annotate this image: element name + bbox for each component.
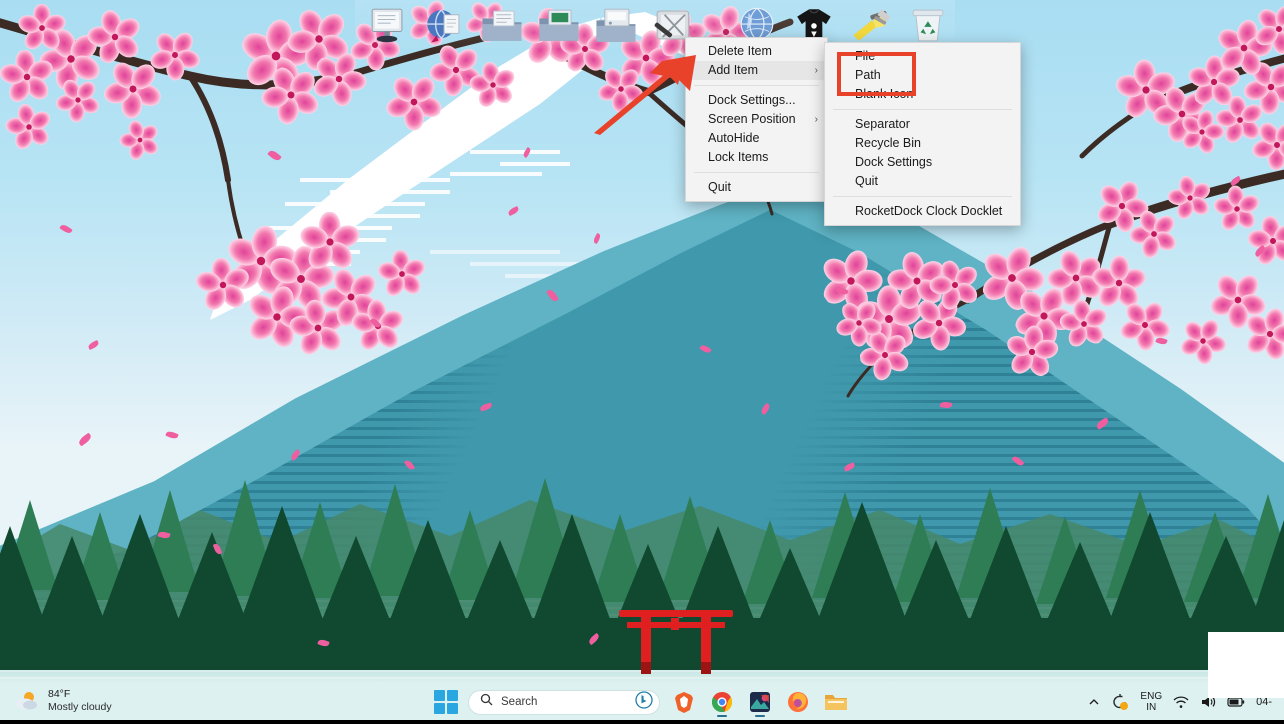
chevron-right-icon: › bbox=[815, 110, 818, 129]
submenu-item-label: Blank Icon bbox=[855, 85, 913, 104]
submenu-item-recycle-bin[interactable]: Recycle Bin bbox=[825, 134, 1020, 153]
taskbar-app-file-explorer[interactable] bbox=[822, 688, 850, 716]
submenu-item-label: Separator bbox=[855, 115, 910, 134]
search-placeholder: Search bbox=[501, 696, 627, 708]
menu-item-dock-settings[interactable]: Dock Settings... bbox=[686, 91, 827, 110]
language-line-1: ENG bbox=[1140, 691, 1162, 702]
start-tile bbox=[434, 703, 445, 714]
screen-bottom-border bbox=[0, 720, 1284, 724]
bing-chat-icon[interactable] bbox=[635, 691, 653, 714]
taskbar-weather-widget[interactable]: 84°F Mostly cloudy bbox=[14, 688, 112, 713]
torii-gate bbox=[617, 602, 735, 674]
sun-cloud-icon bbox=[14, 689, 40, 713]
submenu-item-path[interactable]: Path bbox=[825, 66, 1020, 85]
chevron-up-icon[interactable] bbox=[1088, 696, 1100, 708]
weather-condition: Mostly cloudy bbox=[48, 701, 112, 714]
dock-item-folder-green[interactable] bbox=[532, 2, 586, 48]
language-line-2: IN bbox=[1140, 702, 1162, 713]
menu-item-delete-item[interactable]: Delete Item bbox=[686, 42, 827, 61]
language-indicator[interactable]: ENG IN bbox=[1140, 691, 1162, 713]
taskbar-app-chrome[interactable] bbox=[708, 688, 736, 716]
desktop-screen: Delete Item Add Item › Dock Settings... … bbox=[0, 0, 1284, 724]
start-button[interactable] bbox=[434, 690, 458, 714]
wifi-icon[interactable] bbox=[1173, 695, 1189, 709]
menu-item-screen-position[interactable]: Screen Position › bbox=[686, 110, 827, 129]
submenu-item-quit[interactable]: Quit bbox=[825, 172, 1020, 191]
menu-separator bbox=[694, 85, 819, 86]
menu-item-label: Dock Settings... bbox=[708, 91, 796, 110]
weather-temperature: 84°F bbox=[48, 688, 112, 701]
taskbar-app-firefox[interactable] bbox=[784, 688, 812, 716]
submenu-item-label: Path bbox=[855, 66, 881, 85]
menu-item-label: Screen Position bbox=[708, 110, 796, 129]
submenu-item-label: Quit bbox=[855, 172, 878, 191]
running-indicator bbox=[717, 715, 727, 718]
submenu-item-rocketdock-clock-docklet[interactable]: RocketDock Clock Docklet bbox=[825, 202, 1020, 221]
start-tile bbox=[447, 703, 458, 714]
taskbar-app-photos[interactable] bbox=[746, 688, 774, 716]
search-input[interactable]: Search bbox=[468, 690, 660, 715]
dock-item-folder[interactable] bbox=[475, 2, 529, 48]
dock-context-menu[interactable]: Delete Item Add Item › Dock Settings... … bbox=[685, 37, 828, 202]
submenu-item-blank-icon[interactable]: Blank Icon bbox=[825, 85, 1020, 104]
submenu-item-separator[interactable]: Separator bbox=[825, 115, 1020, 134]
running-indicator bbox=[755, 715, 765, 718]
white-cover-box bbox=[1208, 632, 1284, 698]
windows-update-icon[interactable] bbox=[1111, 693, 1129, 711]
menu-separator bbox=[694, 172, 819, 173]
dock-item-folder-computer[interactable] bbox=[589, 2, 643, 48]
menu-item-quit[interactable]: Quit bbox=[686, 178, 827, 197]
rocketdock[interactable] bbox=[355, 0, 955, 48]
submenu-separator bbox=[833, 196, 1012, 197]
add-item-submenu[interactable]: File Path Blank Icon Separator Recycle B… bbox=[824, 42, 1021, 226]
menu-item-label: Quit bbox=[708, 178, 731, 197]
dock-item-monitor[interactable] bbox=[361, 2, 415, 48]
submenu-item-label: RocketDock Clock Docklet bbox=[855, 202, 1002, 221]
start-tile bbox=[434, 690, 445, 701]
submenu-item-file[interactable]: File bbox=[825, 47, 1020, 66]
menu-item-label: AutoHide bbox=[708, 129, 759, 148]
search-icon bbox=[480, 693, 493, 711]
submenu-item-label: Dock Settings bbox=[855, 153, 932, 172]
menu-item-autohide[interactable]: AutoHide bbox=[686, 129, 827, 148]
weather-text: 84°F Mostly cloudy bbox=[48, 688, 112, 713]
chevron-right-icon: › bbox=[815, 61, 818, 80]
dock-item-globe-document[interactable] bbox=[418, 2, 472, 48]
start-tile bbox=[447, 690, 458, 701]
annotation-arrow bbox=[592, 55, 702, 135]
menu-item-add-item[interactable]: Add Item › bbox=[686, 61, 827, 80]
submenu-item-label: File bbox=[855, 47, 875, 66]
menu-item-label: Add Item bbox=[708, 61, 758, 80]
submenu-item-label: Recycle Bin bbox=[855, 134, 921, 153]
menu-item-label: Delete Item bbox=[708, 42, 772, 61]
taskbar-app-brave[interactable] bbox=[670, 688, 698, 716]
menu-item-lock-items[interactable]: Lock Items bbox=[686, 148, 827, 167]
submenu-item-dock-settings[interactable]: Dock Settings bbox=[825, 153, 1020, 172]
menu-item-label: Lock Items bbox=[708, 148, 768, 167]
submenu-separator bbox=[833, 109, 1012, 110]
